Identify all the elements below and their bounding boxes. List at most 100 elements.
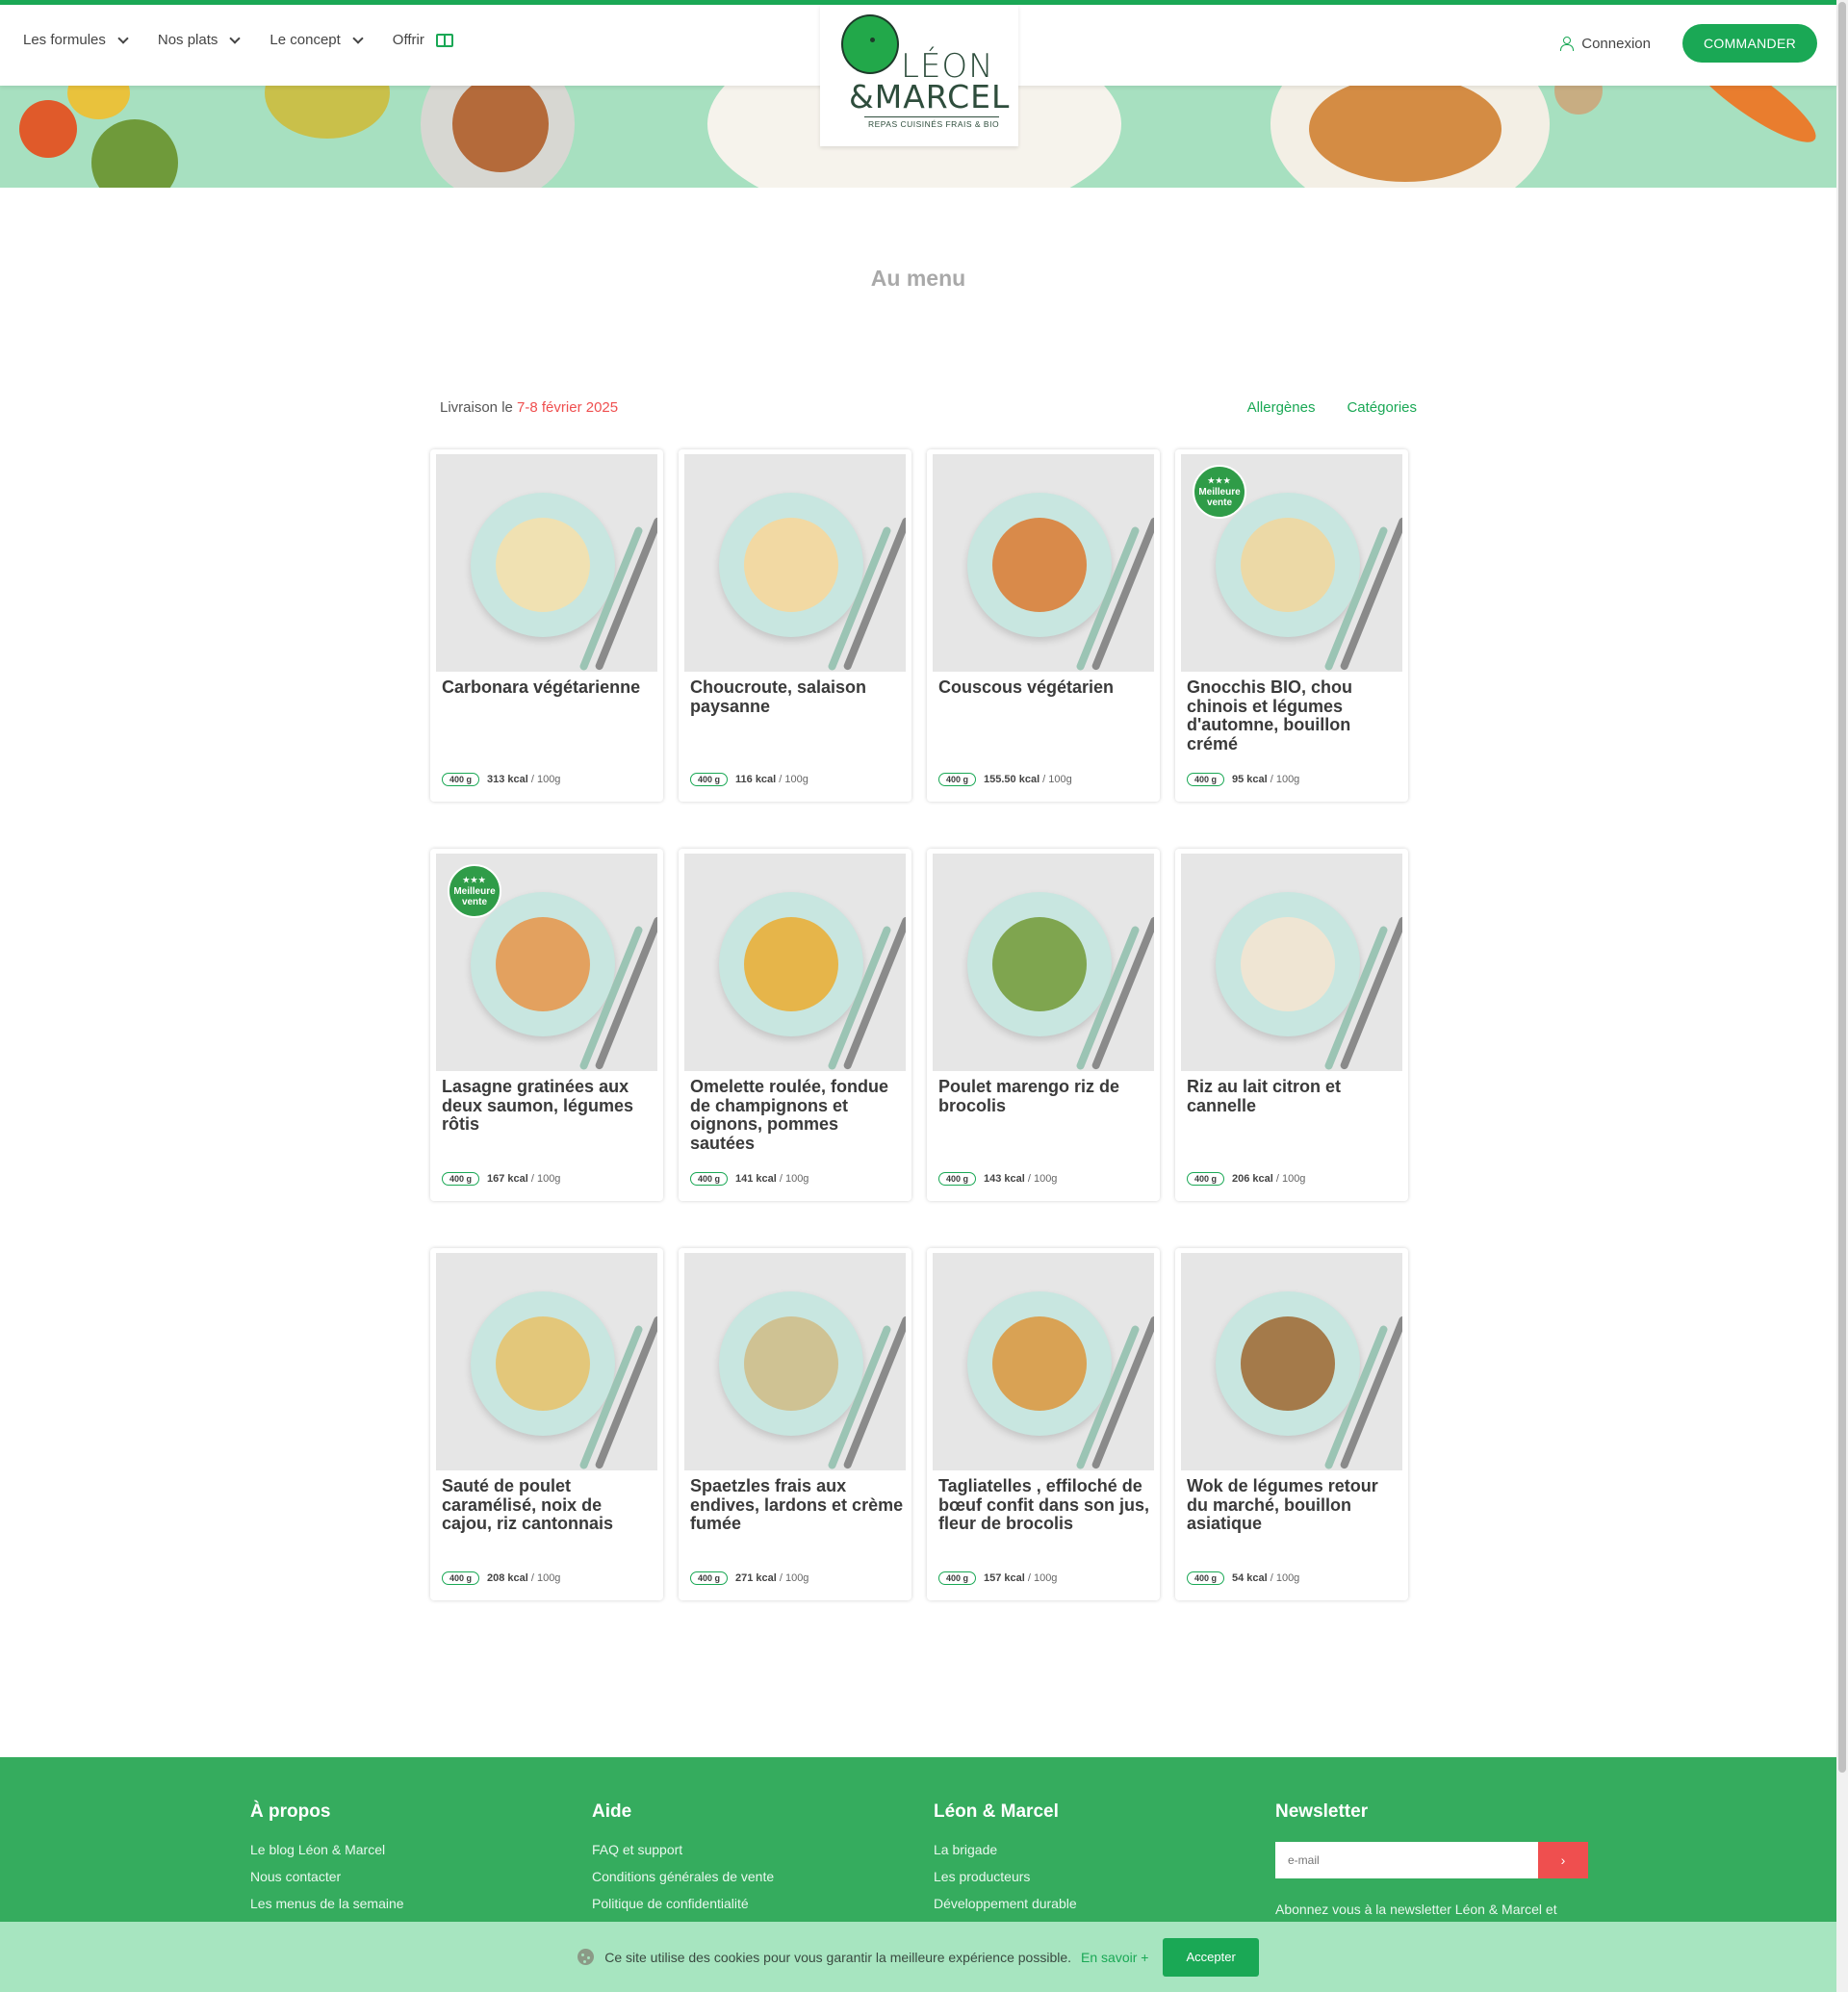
food-graphic xyxy=(496,1316,590,1411)
badge-label: vente xyxy=(461,897,488,907)
weight-badge: 400 g xyxy=(690,1571,729,1585)
weight-badge: 400 g xyxy=(442,1172,480,1186)
cookie-accept-button[interactable]: Accepter xyxy=(1163,1937,1259,1977)
newsletter-submit-button[interactable]: › xyxy=(1538,1842,1588,1878)
weight-badge: 400 g xyxy=(442,1571,480,1585)
login-link[interactable]: Connexion xyxy=(1560,36,1651,52)
scrollbar-thumb[interactable] xyxy=(1838,2,1846,1773)
dish-card[interactable]: Poulet marengo riz de brocolis 400 g 143 k… xyxy=(927,849,1160,1201)
kcal-value: 157 kcal xyxy=(984,1572,1025,1584)
dish-card[interactable]: Tagliatelles , effiloché de bœuf confit … xyxy=(927,1248,1160,1600)
footer-link-cgv[interactable]: Conditions générales de vente xyxy=(592,1869,774,1884)
cookie-icon xyxy=(578,1949,595,1965)
delivery-date[interactable]: 7-8 février 2025 xyxy=(517,399,618,416)
dish-title[interactable]: Wok de légumes retour du marché, bouillo… xyxy=(1187,1476,1400,1534)
dish-title[interactable]: Poulet marengo riz de brocolis xyxy=(938,1077,1152,1115)
dish-photo[interactable] xyxy=(933,454,1154,672)
dish-photo[interactable] xyxy=(933,1253,1154,1470)
nav-le-concept[interactable]: Le concept xyxy=(270,32,364,48)
bestseller-badge: ★★★ Meilleure vente xyxy=(448,864,501,918)
carrot-decoration xyxy=(1677,86,1827,156)
kcal-unit: / 100g xyxy=(1042,774,1072,785)
tomato-decoration xyxy=(91,119,178,188)
dish-card[interactable]: Choucroute, salaison paysanne 400 g 116 kc… xyxy=(679,449,911,802)
dish-photo[interactable] xyxy=(933,854,1154,1071)
nav-offrir[interactable]: Offrir xyxy=(393,32,453,48)
filter-categories[interactable]: Catégories xyxy=(1347,399,1417,416)
dish-card[interactable]: Riz au lait citron et cannelle 400 g 206 k… xyxy=(1175,849,1408,1201)
footer-link-brigade[interactable]: La brigade xyxy=(934,1842,1077,1857)
footer-link-sustainability[interactable]: Développement durable xyxy=(934,1896,1077,1911)
menu-filters: Allergènes Catégories xyxy=(1247,399,1417,416)
newsletter-description: Abonnez vous à la newsletter Léon & Marc… xyxy=(1275,1902,1557,1917)
nav-label: Nos plats xyxy=(157,32,218,48)
footer-about: À propos Le blog Léon & Marcel Nous cont… xyxy=(250,1801,404,1923)
footer-newsletter: Newsletter › Abonnez vous à la newslette… xyxy=(1275,1801,1588,1917)
footer-link-producers[interactable]: Les producteurs xyxy=(934,1869,1077,1884)
dish-title[interactable]: Tagliatelles , effiloché de bœuf confit … xyxy=(938,1476,1152,1534)
footer-link-privacy[interactable]: Politique de confidentialité xyxy=(592,1896,774,1911)
footer-link-blog[interactable]: Le blog Léon & Marcel xyxy=(250,1842,404,1857)
newsletter-form: › xyxy=(1275,1842,1588,1878)
user-icon xyxy=(1560,37,1575,51)
dish-card[interactable]: ★★★ Meilleure vente Gnocchis BIO, chou chin… xyxy=(1175,449,1408,802)
dish-title[interactable]: Omelette roulée, fondue de champignons e… xyxy=(690,1077,904,1153)
dish-title[interactable]: Lasagne gratinées aux deux saumon, légum… xyxy=(442,1077,655,1135)
dish-card[interactable]: ★★★ Meilleure vente Lasagne gratinées aux d… xyxy=(430,849,663,1201)
dish-photo[interactable] xyxy=(1181,1253,1402,1470)
dish-title[interactable]: Sauté de poulet caramélisé, noix de cajo… xyxy=(442,1476,655,1534)
nav-label: Le concept xyxy=(270,32,341,48)
kcal-value: 206 kcal xyxy=(1232,1173,1273,1185)
pepper-decoration xyxy=(67,86,130,119)
dish-card[interactable]: Spaetzles frais aux endives, lardons et … xyxy=(679,1248,911,1600)
chevron-down-icon xyxy=(352,32,364,44)
dish-title[interactable]: Carbonara végétarienne xyxy=(442,677,655,698)
food-graphic xyxy=(1241,518,1335,612)
dish-photo[interactable] xyxy=(436,1253,657,1470)
nav-les-formules[interactable]: Les formules xyxy=(23,32,129,48)
dish-photo[interactable] xyxy=(436,454,657,672)
dish-card[interactable]: Carbonara végétarienne 400 g 313 kcal/ 100… xyxy=(430,449,663,802)
dish-title[interactable]: Riz au lait citron et cannelle xyxy=(1187,1077,1400,1115)
gift-icon xyxy=(435,33,453,47)
dish-photo[interactable] xyxy=(684,854,906,1071)
order-button[interactable]: COMMANDER xyxy=(1681,24,1817,63)
dish-nutrition: 400 g 157 kcal/ 100g xyxy=(938,1571,1057,1585)
filter-allergenes[interactable]: Allergènes xyxy=(1247,399,1316,416)
dish-nutrition: 400 g 143 kcal/ 100g xyxy=(938,1172,1057,1186)
dish-card[interactable]: Wok de légumes retour du marché, bouillo… xyxy=(1175,1248,1408,1600)
logo-pot-icon xyxy=(841,14,899,74)
newsletter-email-input[interactable] xyxy=(1275,1842,1538,1878)
footer-heading: Aide xyxy=(592,1801,632,1822)
footer-heading: Léon & Marcel xyxy=(934,1801,1059,1822)
header-actions: Connexion COMMANDER xyxy=(1560,24,1817,63)
kcal-value: 167 kcal xyxy=(487,1173,528,1185)
dish-title[interactable]: Choucroute, salaison paysanne xyxy=(690,677,904,716)
dish-photo[interactable]: ★★★ Meilleure vente xyxy=(436,854,657,1071)
dish-title[interactable]: Couscous végétarien xyxy=(938,677,1152,698)
kcal-unit: / 100g xyxy=(1270,774,1300,785)
footer-link-menus[interactable]: Les menus de la semaine xyxy=(250,1896,404,1911)
nav-nos-plats[interactable]: Nos plats xyxy=(157,32,242,48)
dish-nutrition: 400 g 271 kcal/ 100g xyxy=(690,1571,808,1585)
kcal-value: 155.50 kcal xyxy=(984,774,1040,785)
food-graphic xyxy=(992,1316,1087,1411)
food-graphic xyxy=(1241,1316,1335,1411)
login-label: Connexion xyxy=(1581,35,1651,52)
footer-link-contact[interactable]: Nous contacter xyxy=(250,1869,404,1884)
scrollbar[interactable] xyxy=(1836,0,1848,1992)
dish-card[interactable]: Omelette roulée, fondue de champignons e… xyxy=(679,849,911,1201)
food-graphic xyxy=(992,917,1087,1011)
dish-card[interactable]: Couscous végétarien 400 g 155.50 kcal/ 100… xyxy=(927,449,1160,802)
site-logo[interactable]: LÉON &MARCEL REPAS CUISINÉS FRAIS & BIO xyxy=(820,5,1018,146)
cookie-learn-more-link[interactable]: En savoir + xyxy=(1081,1950,1148,1965)
weight-badge: 400 g xyxy=(938,773,977,786)
dish-title[interactable]: Gnocchis BIO, chou chinois et légumes d'… xyxy=(1187,677,1400,753)
dish-photo[interactable] xyxy=(1181,854,1402,1071)
dish-photo[interactable] xyxy=(684,454,906,672)
dish-title[interactable]: Spaetzles frais aux endives, lardons et … xyxy=(690,1476,904,1534)
dish-card[interactable]: Sauté de poulet caramélisé, noix de cajo… xyxy=(430,1248,663,1600)
dish-photo[interactable]: ★★★ Meilleure vente xyxy=(1181,454,1402,672)
footer-link-faq[interactable]: FAQ et support xyxy=(592,1842,774,1857)
dish-photo[interactable] xyxy=(684,1253,906,1470)
